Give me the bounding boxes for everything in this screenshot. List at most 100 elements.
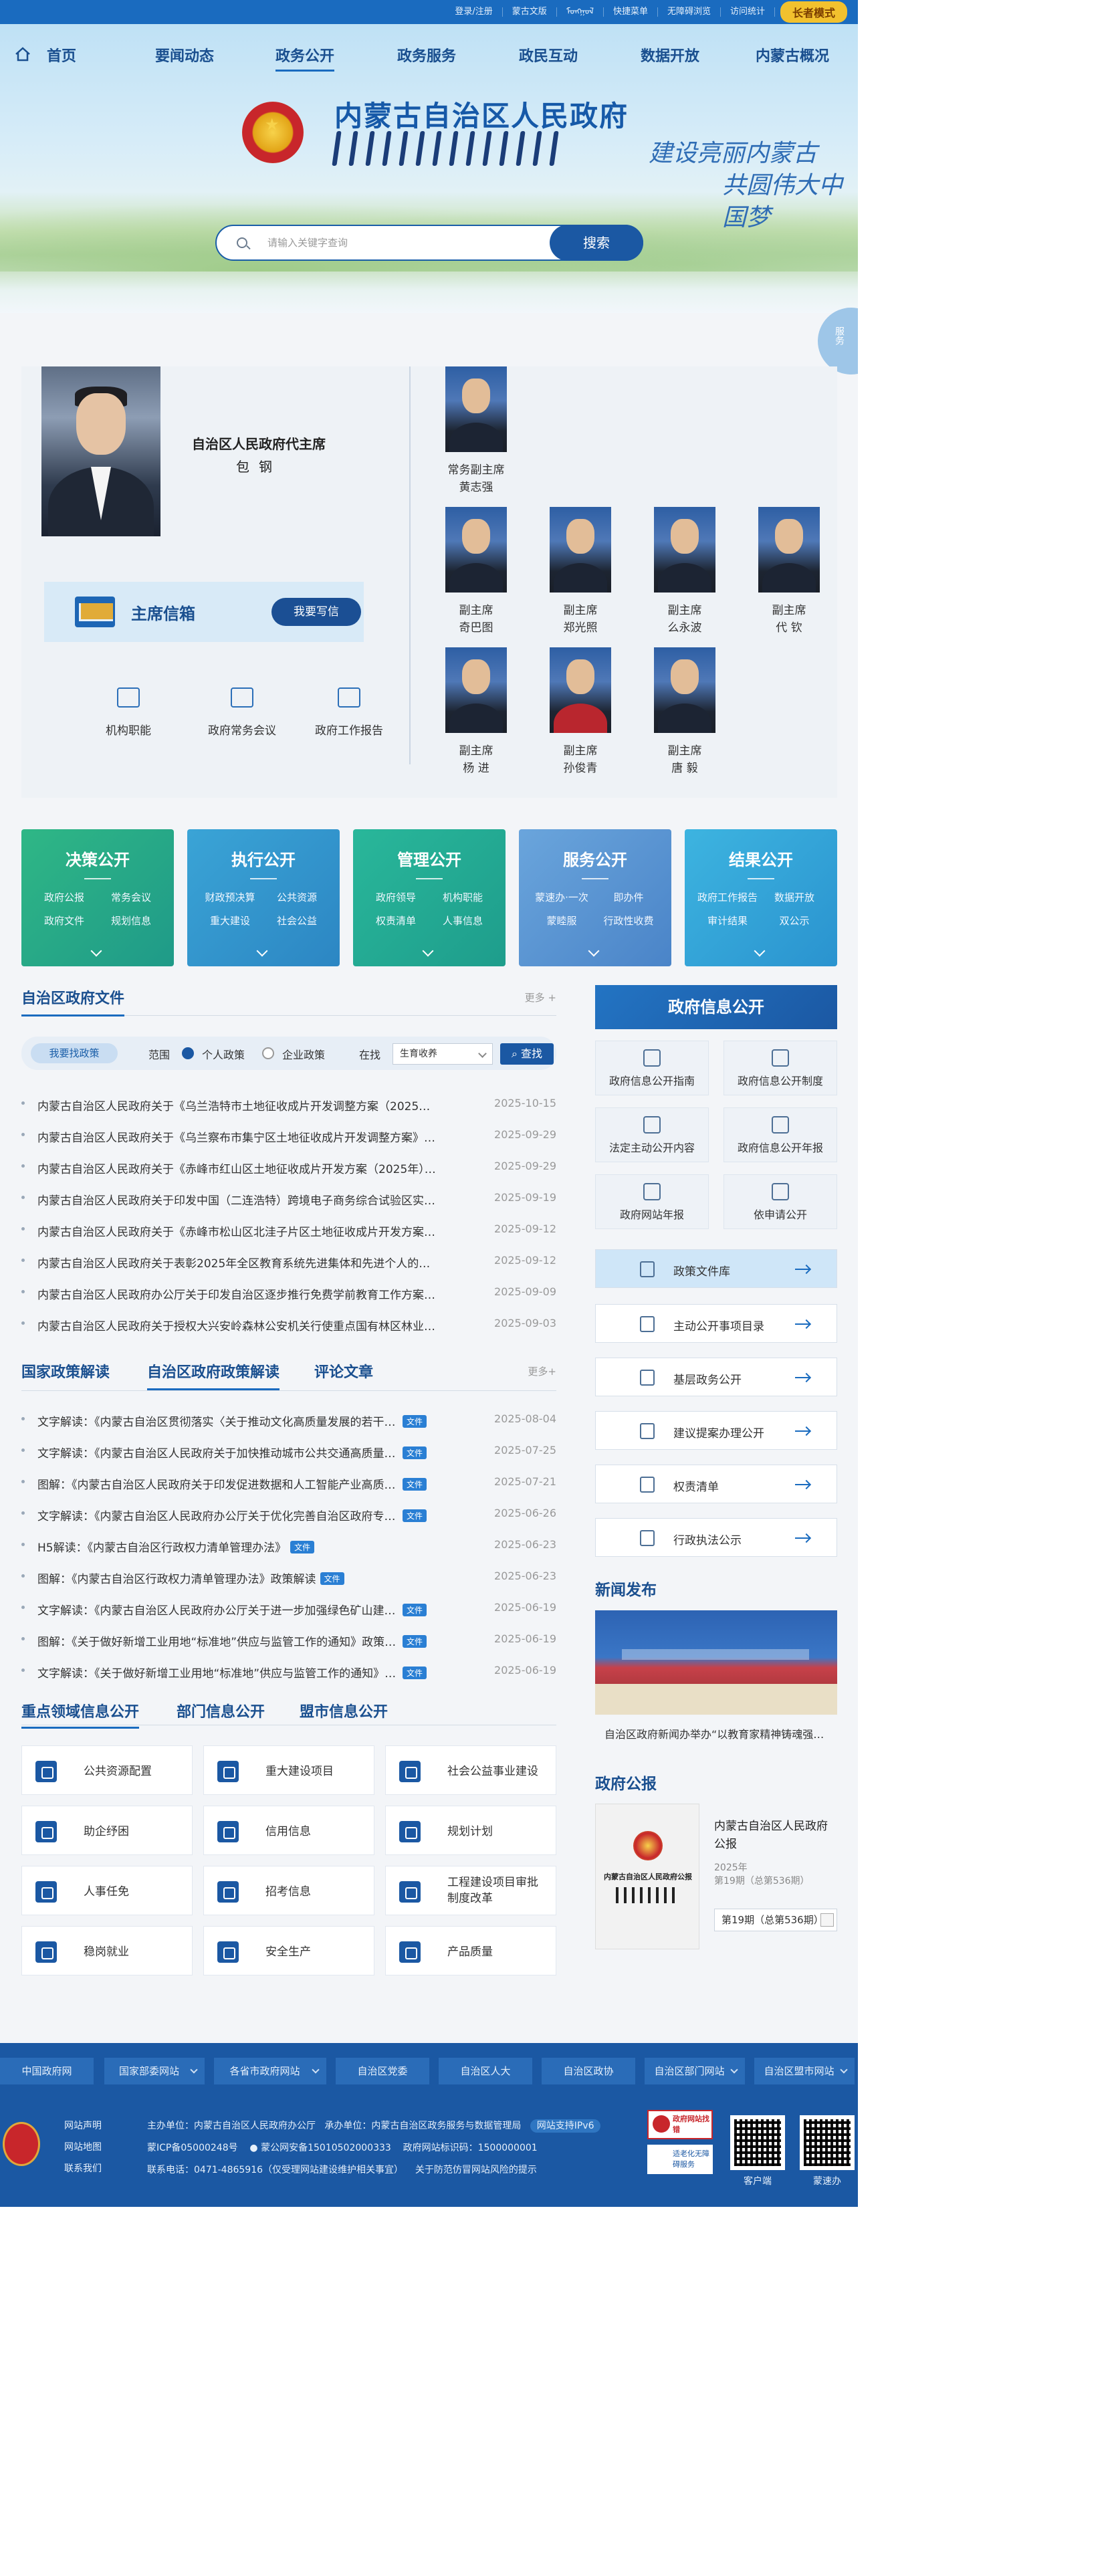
key-area-item[interactable]: 稳岗就业 — [21, 1926, 193, 1975]
news-caption[interactable]: 自治区政府新闻办举办“以教育家精神铸魂强师”新闻发布会 — [604, 1725, 832, 1741]
report-error-badge[interactable]: 政府网站找错 — [647, 2110, 713, 2139]
nav-gov-services[interactable]: 政务服务 — [397, 44, 456, 66]
tab-departments[interactable]: 部门信息公开 — [177, 1700, 265, 1721]
enterprise-policy-label[interactable]: 企业政策 — [282, 1046, 325, 1062]
card-link[interactable]: 政府领导 — [362, 890, 429, 904]
key-area-item[interactable]: 招考信息 — [203, 1866, 374, 1915]
info-open-item[interactable]: 法定主动公开内容 — [595, 1107, 709, 1162]
card-link[interactable]: 规划信息 — [98, 914, 164, 928]
card-link[interactable]: 行政性收费 — [595, 914, 662, 928]
fraud-warning-link[interactable]: 关于防范仿冒网站风险的提示 — [415, 2165, 537, 2175]
nav-home[interactable]: 首页 — [47, 44, 76, 66]
file-badge[interactable]: 文件 — [403, 1478, 427, 1491]
chevron-down-icon[interactable] — [422, 945, 434, 957]
tab-national-policy[interactable]: 国家政策解读 — [21, 1360, 110, 1382]
docs-more-link[interactable]: 更多 + — [525, 990, 556, 1004]
elder-mode-button[interactable]: 长者模式 — [780, 1, 847, 23]
info-open-item[interactable]: 依申请公开 — [723, 1174, 837, 1229]
card-link[interactable]: 蒙速办·一次 — [528, 890, 595, 904]
site-map-link[interactable]: 网站地图 — [64, 2137, 102, 2158]
accessibility-link[interactable]: 无障碍浏览 — [658, 7, 721, 17]
list-item[interactable]: 内蒙古自治区人民政府关于表彰2025年全区教育系统先进集体和先进个人的决定解读2… — [21, 1246, 556, 1277]
chairman-photo[interactable] — [41, 366, 160, 536]
police-record-link[interactable]: 蒙公网安备15010502000333 — [261, 2143, 391, 2153]
list-item[interactable]: 文字解读：《关于做好新增工业用地“标准地”供应与监管工作的通知》政策解读 文件 20… — [21, 1656, 556, 1687]
card-decision[interactable]: 决策公开 政府公报 常务会议 政府文件 规划信息 — [21, 829, 174, 966]
card-link[interactable]: 机构职能 — [429, 890, 496, 904]
file-badge[interactable]: 文件 — [290, 1541, 315, 1553]
list-item[interactable]: 文字解读：《内蒙古自治区人民政府办公厅关于优化完善自治区政府专项债券管理机制的通… — [21, 1499, 556, 1530]
info-open-item[interactable]: 政府信息公开制度 — [723, 1041, 837, 1095]
key-area-item[interactable]: 产品质量 — [385, 1926, 556, 1975]
card-link[interactable]: 蒙睦服 — [528, 914, 595, 928]
deputy-card[interactable]: 常务副主席 黄志强 — [436, 366, 516, 496]
key-area-item[interactable]: 重大建设项目 — [203, 1745, 374, 1795]
chevron-down-icon[interactable] — [754, 945, 766, 957]
policy-library-link[interactable]: 政策文件库 — [595, 1249, 837, 1288]
grassroots-open-link[interactable]: 基层政务公开 — [595, 1358, 837, 1396]
key-area-item[interactable]: 安全生产 — [203, 1926, 374, 1975]
footer-link[interactable]: 国家部委网站 — [104, 2058, 205, 2084]
card-result[interactable]: 结果公开 政府工作报告 数据开放 审计结果 双公示 — [685, 829, 837, 966]
chevron-down-icon[interactable] — [256, 945, 268, 957]
contact-link[interactable]: 联系我们 — [64, 2158, 102, 2179]
list-item[interactable]: 内蒙古自治区人民政府关于《赤峰市红山区土地征收成片开发方案（2025年）》的批复… — [21, 1152, 556, 1183]
list-item[interactable]: 内蒙古自治区人民政府关于《乌兰察布市集宁区土地征收成片开发调整方案》的批复 202… — [21, 1120, 556, 1152]
footer-link[interactable]: 自治区党委 — [336, 2058, 429, 2084]
card-link[interactable]: 政府文件 — [31, 914, 98, 928]
gazette-issue-select[interactable]: 第19期（总第536期） — [714, 1909, 837, 1931]
list-item[interactable]: H5解读：《内蒙古自治区行政权力清单管理办法》 文件 2025-06-23 — [21, 1530, 556, 1562]
proactive-catalog-link[interactable]: 主动公开事项目录 — [595, 1304, 837, 1343]
list-item[interactable]: 文字解读：《内蒙古自治区贯彻落实〈关于推动文化高质量发展的若干经济政策〉实施方案… — [21, 1404, 556, 1436]
quick-link-executive-meeting[interactable]: 政府常务会议 — [189, 687, 296, 738]
tab-commentary[interactable]: 评论文章 — [314, 1360, 373, 1382]
site-statement-link[interactable]: 网站声明 — [64, 2115, 102, 2137]
file-badge[interactable]: 文件 — [403, 1509, 427, 1522]
proposal-handling-link[interactable]: 建议提案办理公开 — [595, 1411, 837, 1450]
tab-key-areas[interactable]: 重点领域信息公开 — [21, 1700, 140, 1729]
gazette-title[interactable]: 政府公报 — [595, 1771, 837, 1794]
deputy-card[interactable]: 副主席 杨 进 — [436, 647, 516, 777]
list-item[interactable]: 图解：《内蒙古自治区人民政府关于印发促进数据和人工智能产业高质量发展若干措施的通… — [21, 1467, 556, 1499]
visit-stats-link[interactable]: 访问统计 — [721, 7, 775, 17]
card-link[interactable]: 政府公报 — [31, 890, 98, 904]
nav-news[interactable]: 要闻动态 — [155, 44, 214, 66]
gazette-cover[interactable]: 内蒙古自治区人民政府公报 — [595, 1804, 699, 1949]
key-area-item[interactable]: 公共资源配置 — [21, 1745, 193, 1795]
news-release-title[interactable]: 新闻发布 — [595, 1577, 837, 1600]
card-management[interactable]: 管理公开 政府领导 机构职能 权责清单 人事信息 — [353, 829, 506, 966]
card-link[interactable]: 财政预决算 — [197, 890, 263, 904]
search-button[interactable]: 搜索 — [550, 225, 643, 261]
quick-link-institution[interactable]: 机构职能 — [75, 687, 182, 738]
mongolian-script-link[interactable]: ᠮᠣᠩᠭᠣᠯ — [557, 7, 604, 17]
info-open-item[interactable]: 政府网站年报 — [595, 1174, 709, 1229]
nav-gov-affairs-open[interactable]: 政务公开 — [275, 44, 335, 72]
card-link[interactable]: 双公示 — [761, 914, 828, 928]
tab-leagues-cities[interactable]: 盟市信息公开 — [300, 1700, 388, 1721]
list-item[interactable]: 内蒙古自治区人民政府办公厅关于印发自治区逐步推行免费学前教育工作方案的通知解读2… — [21, 1277, 556, 1309]
key-area-item[interactable]: 人事任免 — [21, 1866, 193, 1915]
side-service-float[interactable]: 服务 — [818, 308, 858, 374]
footer-link[interactable]: 自治区人大 — [439, 2058, 532, 2084]
chevron-down-icon[interactable] — [90, 945, 102, 957]
deputy-card[interactable]: 副主席 么永波 — [645, 507, 725, 637]
footer-link[interactable]: 自治区部门网站 — [645, 2058, 745, 2084]
key-area-item[interactable]: 信用信息 — [203, 1806, 374, 1855]
stage-select[interactable]: 生育收养 — [393, 1043, 493, 1065]
search-input[interactable] — [267, 234, 535, 251]
info-open-item[interactable]: 政府信息公开年报 — [723, 1107, 837, 1162]
footer-link[interactable]: 中国政府网 — [0, 2058, 94, 2084]
footer-link[interactable]: 自治区盟市网站 — [754, 2058, 855, 2084]
elder-accessibility-badge[interactable]: 适老化无障碍服务 — [647, 2145, 713, 2174]
file-badge[interactable]: 文件 — [320, 1572, 344, 1585]
mongolian-version-link[interactable]: 蒙古文版 — [503, 7, 557, 17]
list-item[interactable]: 内蒙古自治区人民政府关于印发中国（二连浩特）跨境电子商务综合试验区实施方案的通知… — [21, 1183, 556, 1214]
key-area-item[interactable]: 社会公益事业建设 — [385, 1745, 556, 1795]
card-execution[interactable]: 执行公开 财政预决算 公共资源 重大建设 社会公益 — [187, 829, 340, 966]
card-link[interactable]: 政府工作报告 — [694, 890, 761, 904]
card-link[interactable]: 人事信息 — [429, 914, 496, 928]
login-link[interactable]: 登录/注册 — [445, 7, 503, 17]
card-link[interactable]: 权责清单 — [362, 914, 429, 928]
list-item[interactable]: 图解：《关于做好新增工业用地“标准地”供应与监管工作的通知》政策解读 文件 2025… — [21, 1624, 556, 1656]
card-link[interactable]: 数据开放 — [761, 890, 828, 904]
